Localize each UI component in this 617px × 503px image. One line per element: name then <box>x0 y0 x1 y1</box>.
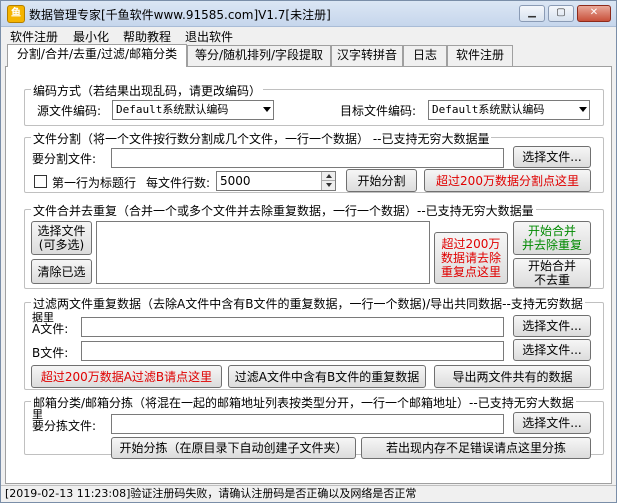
mail-legend: 邮箱分类/邮箱分拣（将混在一起的邮箱地址列表按类型分开，一行一个邮箱地址）--已… <box>31 394 576 411</box>
merge-group: 文件合并去重复（合并一个或多个文件并去除重复数据，一行一个数据）--已支持无穷大… <box>24 202 604 289</box>
merge-nodedupe-line2: 不去重 <box>533 273 570 287</box>
spin-up-icon[interactable] <box>321 172 335 181</box>
export-common-button[interactable]: 导出两文件共有的数据 <box>434 365 591 388</box>
mail-file-input[interactable] <box>111 414 504 434</box>
tab-equal-random[interactable]: 等分/随机排列/字段提取 <box>187 45 331 66</box>
menu-exit[interactable]: 退出软件 <box>185 28 233 45</box>
merge-choose-line1: 选择文件 <box>37 224 86 238</box>
maximize-button[interactable]: ▢ <box>548 5 574 22</box>
maximize-icon: ▢ <box>556 7 566 18</box>
source-encoding-select[interactable]: Default系统默认编码 <box>112 100 274 120</box>
merge-dedupe-button[interactable]: 开始合并 并去除重复 <box>513 221 591 255</box>
split-file-label: 要分割文件: <box>32 152 97 166</box>
big-merge-dedupe-button[interactable]: 超过200万 数据请去除 重复点这里 <box>434 232 508 284</box>
merge-nodedupe-line1: 开始合并 <box>527 259 576 273</box>
menu-register[interactable]: 软件注册 <box>10 28 58 45</box>
menu-bar: 软件注册 最小化 帮助教程 退出软件 <box>1 27 616 45</box>
chevron-down-icon <box>579 107 587 112</box>
rows-per-file-spinner[interactable]: 5000 <box>216 171 336 191</box>
mail-file-label: 要分拣文件: <box>32 419 97 433</box>
main-window: 鱼 数据管理专家[千鱼软件www.91585.com]V1.7[未注册] ▁ ▢… <box>0 0 617 503</box>
tab-register[interactable]: 软件注册 <box>447 45 513 66</box>
merge-no-dedupe-button[interactable]: 开始合并 不去重 <box>513 258 591 288</box>
merge-file-list[interactable] <box>96 221 430 284</box>
merge-dedupe-line2: 并去除重复 <box>521 238 582 252</box>
b-choose-file-button[interactable]: 选择文件... <box>513 339 591 361</box>
minimize-icon: ▁ <box>528 7 536 18</box>
filter-legend: 过滤两文件重复数据（去除A文件中含有B文件的重复数据，一行一个数据)/导出共同数… <box>31 295 585 312</box>
oom-mail-sort-button[interactable]: 若出现内存不足错误请点这里分拣 <box>361 437 591 459</box>
tab-pinyin[interactable]: 汉字转拼音 <box>331 45 403 66</box>
target-encoding-select[interactable]: Default系统默认编码 <box>428 100 590 120</box>
tab-panel: 编码方式（若结果出现乱码，请更改编码） 源文件编码: Default系统默认编码… <box>5 66 612 484</box>
a-file-input[interactable] <box>81 317 504 337</box>
menu-minimize[interactable]: 最小化 <box>73 28 109 45</box>
menu-help[interactable]: 帮助教程 <box>123 28 171 45</box>
a-choose-file-button[interactable]: 选择文件... <box>513 315 591 337</box>
title-bar[interactable]: 鱼 数据管理专家[千鱼软件www.91585.com]V1.7[未注册] ▁ ▢… <box>1 1 616 27</box>
a-file-label: A文件: <box>32 322 69 336</box>
merge-choose-files-button[interactable]: 选择文件 (可多选) <box>31 221 92 255</box>
split-group: 文件分割（将一个文件按行数分割成几个文件，一行一个数据） --已支持无穷大数据量… <box>24 130 604 193</box>
big-filter-button[interactable]: 超过200万数据A过滤B请点这里 <box>31 365 222 388</box>
big-split-button[interactable]: 超过200万数据分割点这里 <box>424 169 591 192</box>
filter-group: 过滤两文件重复数据（去除A文件中含有B文件的重复数据，一行一个数据)/导出共同数… <box>24 295 604 390</box>
mail-group: 邮箱分类/邮箱分拣（将混在一起的邮箱地址列表按类型分开，一行一个邮箱地址）--已… <box>24 394 604 459</box>
mail-choose-file-button[interactable]: 选择文件... <box>513 412 591 434</box>
merge-dedupe-line1: 开始合并 <box>527 224 576 238</box>
b-file-input[interactable] <box>81 341 504 361</box>
spin-down-icon[interactable] <box>321 181 335 190</box>
start-split-button[interactable]: 开始分割 <box>346 169 417 192</box>
tab-split-merge[interactable]: 分割/合并/去重/过滤/邮箱分类 <box>7 44 187 67</box>
source-encoding-value: Default系统默认编码 <box>116 103 229 116</box>
status-bar: [2019-02-13 11:23:08]验证注册码失败，请确认注册码是否正确以… <box>1 485 616 502</box>
source-encoding-label: 源文件编码: <box>37 104 102 118</box>
start-mail-sort-button[interactable]: 开始分拣（在原目录下自动创建子文件夹） <box>111 437 356 459</box>
encoding-legend: 编码方式（若结果出现乱码，请更改编码） <box>31 82 264 99</box>
minimize-button[interactable]: ▁ <box>519 5 545 22</box>
big-merge-line3: 重复点这里 <box>440 265 501 279</box>
close-button[interactable]: ✕ <box>577 5 611 22</box>
big-merge-line2: 数据请去除 <box>440 251 501 265</box>
b-file-label: B文件: <box>32 346 69 360</box>
rows-per-file-value: 5000 <box>220 174 251 188</box>
split-file-input[interactable] <box>111 148 504 168</box>
tab-log[interactable]: 日志 <box>403 45 447 66</box>
clear-selected-button[interactable]: 清除已选 <box>31 259 92 284</box>
merge-choose-line2: (可多选) <box>38 238 85 252</box>
close-icon: ✕ <box>589 7 599 18</box>
split-legend: 文件分割（将一个文件按行数分割成几个文件，一行一个数据） --已支持无穷大数据量 <box>31 130 492 147</box>
target-encoding-label: 目标文件编码: <box>340 104 417 118</box>
window-title: 数据管理专家[千鱼软件www.91585.com]V1.7[未注册] <box>29 8 331 22</box>
chevron-down-icon <box>263 107 271 112</box>
first-row-title-label: 第一行为标题行 <box>52 176 137 190</box>
rows-per-file-label: 每文件行数: <box>146 176 211 190</box>
target-encoding-value: Default系统默认编码 <box>432 103 545 116</box>
app-fish-icon: 鱼 <box>7 5 25 23</box>
big-merge-line1: 超过200万 <box>441 237 501 251</box>
split-choose-file-button[interactable]: 选择文件... <box>513 146 591 168</box>
merge-legend: 文件合并去重复（合并一个或多个文件并去除重复数据，一行一个数据）--已支持无穷大… <box>31 202 536 219</box>
filter-dedupe-button[interactable]: 过滤A文件中含有B文件的重复数据 <box>228 365 426 388</box>
first-row-title-checkbox[interactable] <box>34 175 47 188</box>
encoding-group: 编码方式（若结果出现乱码，请更改编码） 源文件编码: Default系统默认编码… <box>24 82 604 126</box>
